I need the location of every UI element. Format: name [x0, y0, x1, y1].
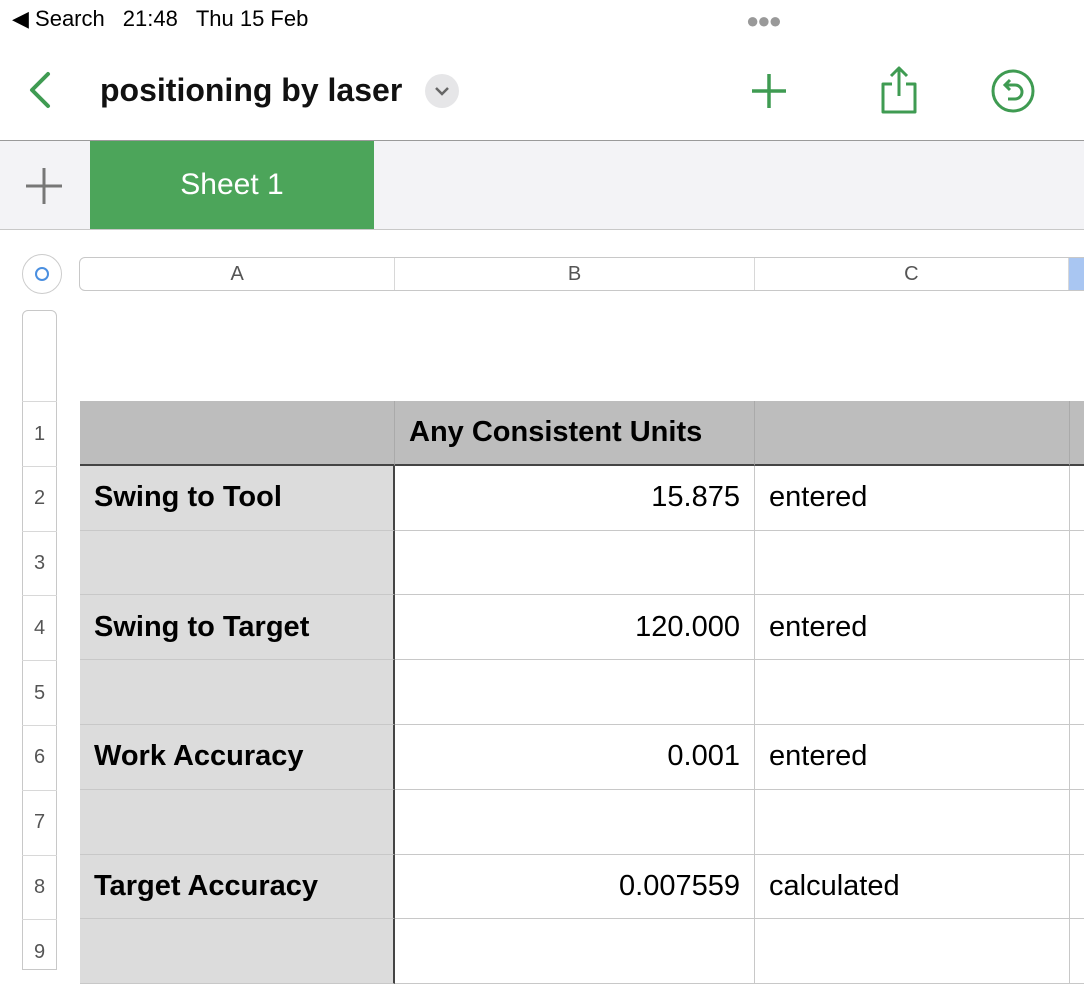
table-row: Swing to Tool 15.875 entered [80, 465, 1084, 531]
cell-d[interactable] [1070, 790, 1084, 855]
back-chevron-icon[interactable] [22, 68, 62, 112]
cell-c[interactable] [755, 530, 1070, 596]
row-header-2[interactable]: 2 [22, 465, 57, 531]
cell-a[interactable]: Swing to Target [80, 595, 395, 661]
cell-d[interactable] [1070, 725, 1084, 790]
cell-c[interactable]: calculated [755, 854, 1070, 920]
cell-a[interactable] [80, 919, 395, 984]
cell-c[interactable] [755, 789, 1070, 855]
row-header-9[interactable]: 9 [22, 919, 57, 984]
cell-b[interactable]: 15.875 [395, 465, 755, 531]
cell-b[interactable]: 120.000 [395, 595, 755, 661]
document-title[interactable]: positioning by laser [100, 72, 402, 109]
cell-d[interactable] [1070, 919, 1084, 984]
header-cell-b[interactable]: Any Consistent Units [395, 401, 755, 466]
table-row: Work Accuracy 0.001 entered [80, 724, 1084, 790]
row-header-3[interactable]: 3 [22, 530, 57, 596]
table-row: Swing to Target 120.000 entered [80, 595, 1084, 661]
cell-c[interactable]: entered [755, 724, 1070, 790]
cell-a[interactable] [80, 660, 395, 725]
row-header-7[interactable]: 7 [22, 789, 57, 855]
cell-b[interactable] [395, 530, 755, 596]
table-row [80, 789, 1084, 855]
circle-icon [35, 267, 49, 281]
cell-b[interactable] [395, 919, 755, 984]
row-header-6[interactable]: 6 [22, 725, 57, 790]
cell-c[interactable] [755, 660, 1070, 725]
multitasking-dots-icon[interactable]: ●●● [746, 8, 782, 34]
cell-d[interactable] [1070, 660, 1084, 725]
cell-a[interactable] [80, 530, 395, 596]
status-bar: ◀ Search 21:48 Thu 15 Feb [12, 6, 326, 32]
row-header-8[interactable]: 8 [22, 854, 57, 920]
cell-c[interactable]: entered [755, 595, 1070, 661]
cell-d[interactable] [1070, 531, 1084, 596]
table: Any Consistent Units Swing to Tool 15.875… [80, 401, 1084, 984]
cell-b[interactable] [395, 789, 755, 855]
table-row [80, 660, 1084, 725]
date: Thu 15 Feb [195, 6, 309, 31]
row-header-4[interactable]: 4 [22, 595, 57, 660]
header-cell-d[interactable] [1070, 401, 1084, 466]
header-cell-a[interactable] [80, 401, 395, 466]
cell-b[interactable] [395, 660, 755, 725]
cell-a[interactable]: Target Accuracy [80, 854, 395, 920]
cell-c[interactable]: entered [755, 465, 1070, 531]
plus-icon[interactable] [744, 66, 794, 116]
cell-b[interactable]: 0.001 [395, 724, 755, 790]
column-header-b[interactable]: B [395, 258, 755, 290]
title-dropdown-icon[interactable] [425, 74, 459, 108]
tab-sheet-1[interactable]: Sheet 1 [90, 141, 374, 229]
back-to-app[interactable]: ◀ Search [12, 6, 105, 31]
cell-d[interactable] [1070, 855, 1084, 920]
share-icon[interactable] [874, 66, 924, 116]
add-sheet-icon[interactable] [24, 166, 64, 206]
row-header-5[interactable]: 5 [22, 660, 57, 725]
cell-c[interactable] [755, 919, 1070, 984]
row-header-1[interactable]: 1 [22, 401, 57, 466]
table-header-row: Any Consistent Units [80, 401, 1084, 466]
cell-b[interactable]: 0.007559 [395, 854, 755, 920]
table-row: Target Accuracy 0.007559 calculated [80, 854, 1084, 920]
time: 21:48 [122, 6, 178, 31]
cell-a[interactable]: Work Accuracy [80, 724, 395, 790]
select-table-button[interactable] [22, 254, 62, 294]
cell-a[interactable]: Swing to Tool [80, 465, 395, 531]
cell-a[interactable] [80, 789, 395, 855]
header-cell-c[interactable] [755, 401, 1070, 466]
table-row [80, 530, 1084, 596]
cell-d[interactable] [1070, 595, 1084, 661]
column-header-c[interactable]: C [755, 258, 1070, 290]
column-header-a[interactable]: A [80, 258, 396, 290]
column-header-d[interactable] [1069, 258, 1084, 290]
undo-icon[interactable] [988, 66, 1038, 116]
column-header-bar: A B C [79, 257, 1084, 291]
cell-d[interactable] [1070, 466, 1084, 531]
table-row [80, 919, 1084, 984]
